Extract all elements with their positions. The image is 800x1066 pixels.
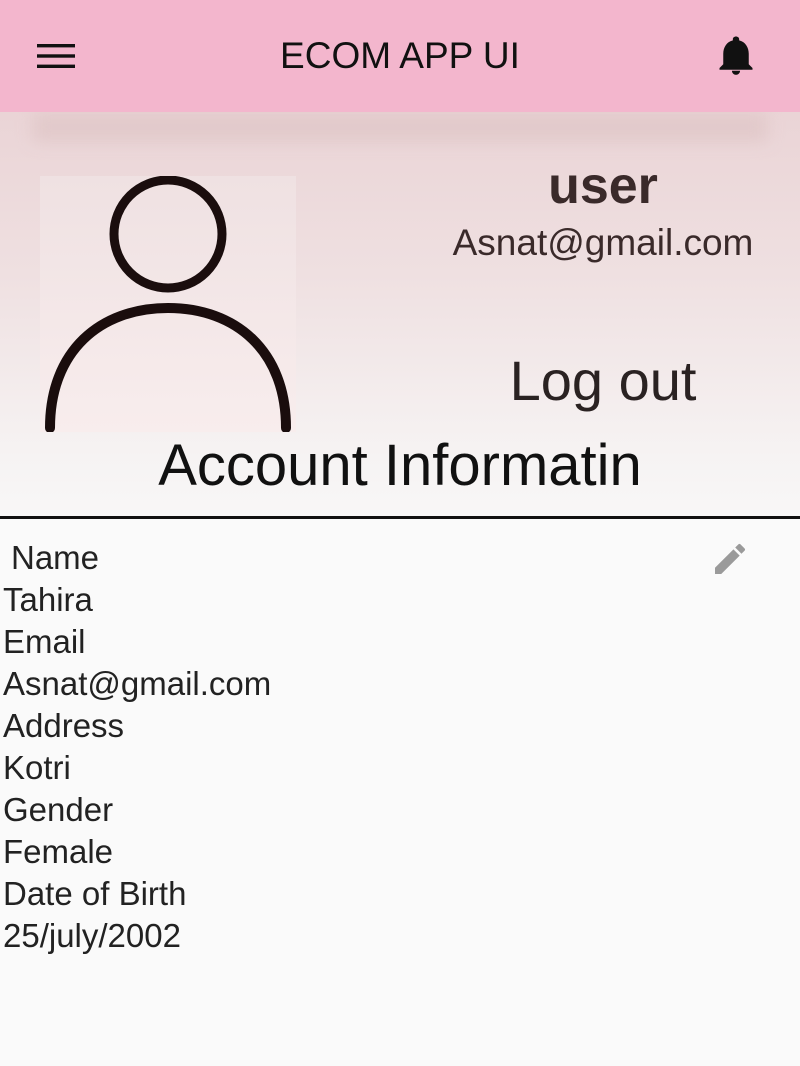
menu-button[interactable] [26,31,86,81]
gender-label: Gender [3,791,114,828]
avatar[interactable] [40,176,296,432]
address-label: Address [3,707,125,744]
email-value: Asnat@gmail.com [3,665,272,702]
app-title: ECOM APP UI [280,35,520,76]
notification-button[interactable] [706,31,766,81]
hamburger-menu-icon [37,44,75,68]
account-info-list: Name Tahira Email Asnat@gmail.com Addres… [3,537,703,957]
dob-value: 25/july/2002 [3,917,181,954]
profile-username: user [548,157,658,215]
app-bar: ECOM APP UI [0,0,800,112]
pencil-edit-icon [715,543,746,574]
section-divider [0,516,800,519]
gender-value: Female [3,833,114,870]
name-value: Tahira [3,581,93,618]
profile-email: Asnat@gmail.com [452,222,754,263]
bell-icon [719,36,753,75]
logout-button[interactable]: Log out [420,348,786,413]
address-value: Kotri [3,749,71,786]
header-shadow [32,112,768,142]
name-label: Name [11,539,100,576]
email-label: Email [3,623,86,660]
edit-button[interactable] [706,535,754,583]
dob-label: Date of Birth [3,875,187,912]
profile-header: user Asnat@gmail.com Log out Account Inf… [0,112,800,518]
account-info-title: Account Informatin [158,433,642,498]
person-outline-icon [45,176,291,432]
